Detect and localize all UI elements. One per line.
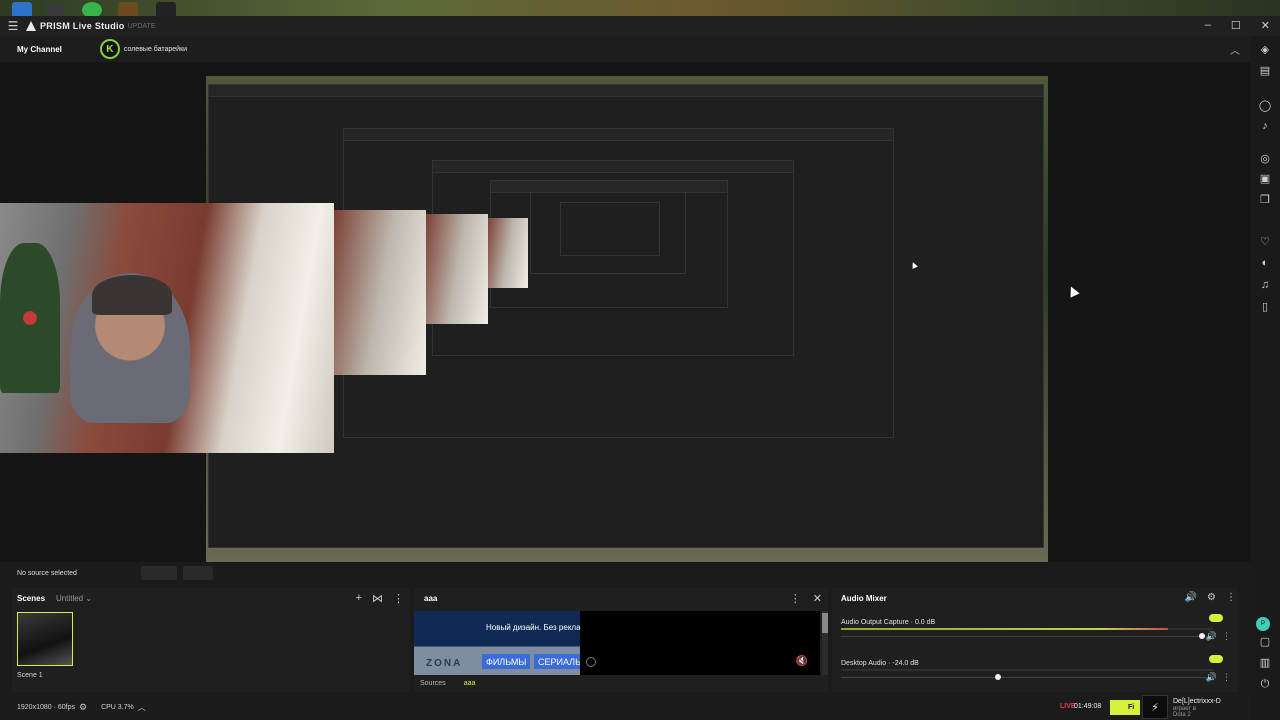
scene-label[interactable]: Scene 1 xyxy=(17,672,43,679)
bell-icon[interactable]: ♪ xyxy=(1258,120,1272,132)
selection-bar: No source selected xyxy=(0,562,1250,584)
no-source-label: No source selected xyxy=(17,569,77,577)
copy-icon[interactable]: ❐ xyxy=(1258,194,1272,206)
volume-slider[interactable] xyxy=(841,674,1207,680)
mouse-cursor xyxy=(1066,284,1080,298)
channel-name[interactable]: солевые батарейки xyxy=(124,46,187,53)
audio-mixer-title: Audio Mixer xyxy=(841,594,887,603)
preview-canvas[interactable] xyxy=(0,62,1250,562)
record-icon[interactable]: ▣ xyxy=(1258,173,1272,185)
chat-bubble-icon[interactable]: ▢ xyxy=(1258,636,1272,648)
banner-promo-text: Новый дизайн. Без реклам xyxy=(486,623,587,632)
filters-button[interactable] xyxy=(182,566,213,580)
scene-thumbnail[interactable] xyxy=(17,612,73,666)
chevron-up-icon[interactable]: ︿ xyxy=(1230,42,1240,57)
scenes-title: Scenes xyxy=(17,594,46,603)
more-icon[interactable]: ⋮ xyxy=(1226,592,1236,603)
channel-title[interactable]: My Channel xyxy=(17,45,62,54)
minimize-icon[interactable]: – xyxy=(1205,19,1211,32)
finish-broadcast-button[interactable]: Fi xyxy=(1110,700,1140,715)
maximize-icon[interactable]: ☐ xyxy=(1231,19,1241,32)
speaker-icon[interactable]: 🔊 xyxy=(1206,631,1217,642)
status-bar: 1920x1080 · 60fps ⚙ CPU 3.7% ︿ LIVE 01:4… xyxy=(0,694,1250,720)
loading-icon xyxy=(586,657,596,667)
camera-icon[interactable]: ◎ xyxy=(1258,153,1272,165)
prism-logo-icon xyxy=(26,21,36,31)
track-toggle[interactable] xyxy=(1209,655,1223,663)
resolution-label: 1920x1080 · 60fps xyxy=(17,703,75,711)
speaker-icon[interactable]: 🔊 xyxy=(1206,672,1217,683)
more-icon[interactable]: ⋮ xyxy=(1222,672,1231,683)
scene-collection-select[interactable]: Untitled ⌄ xyxy=(56,594,92,603)
add-scene-icon[interactable]: + xyxy=(356,592,362,605)
nested-window-6 xyxy=(560,202,660,256)
more-icon[interactable]: ⋮ xyxy=(1222,631,1231,642)
banner-films-button[interactable]: ФИЛЬМЫ xyxy=(482,654,531,669)
webcam-echo-1 xyxy=(334,210,426,375)
transition-icon[interactable]: ⋈ xyxy=(372,592,383,605)
zona-logo: ZONA xyxy=(426,658,463,669)
channel-avatar[interactable]: K xyxy=(99,39,120,59)
trash-icon[interactable]: ▯ xyxy=(1258,301,1272,313)
meter-level xyxy=(841,628,1169,630)
game-username: De[L]ectrixxx-D xyxy=(1173,698,1221,705)
cpu-label: CPU 3.7% xyxy=(101,703,134,711)
close-icon[interactable]: ✕ xyxy=(813,592,822,605)
game-status: играет в Dota 2 xyxy=(1173,706,1196,718)
title-bar: ☰ PRISM Live Studio UPDATE – ☐ ✕ xyxy=(0,16,1280,36)
grid-icon[interactable]: ▥ xyxy=(1258,657,1272,669)
app-title: PRISM Live Studio xyxy=(40,21,125,31)
power-icon[interactable]: ⏻ xyxy=(1258,678,1272,690)
sticker-icon[interactable]: ◐ xyxy=(1258,257,1272,269)
gear-icon[interactable]: ⚙ xyxy=(79,702,87,713)
volume-slider-knob[interactable] xyxy=(995,674,1002,680)
sources-dock-title: aaa xyxy=(424,594,438,603)
volume-slider[interactable] xyxy=(841,633,1207,639)
close-icon[interactable]: ✕ xyxy=(1261,19,1270,32)
properties-button[interactable] xyxy=(140,566,177,580)
tab-sources[interactable]: Sources xyxy=(420,680,446,687)
more-icon[interactable]: ⋮ xyxy=(790,592,801,605)
music-icon[interactable]: ♫ xyxy=(1258,279,1272,291)
prism-badge-icon[interactable]: P xyxy=(1256,617,1270,631)
live-timer: 01:49:08 xyxy=(1074,703,1102,710)
track-name: Audio Output Capture · 0.0 dB xyxy=(841,619,936,626)
speaker-icon[interactable]: 🔊 xyxy=(1185,592,1197,603)
audio-track: Audio Output Capture · 0.0 dB 🔊 ⋮ xyxy=(841,614,1231,641)
hamburger-menu-icon[interactable]: ☰ xyxy=(0,19,26,33)
audio-mixer-dock: Audio Mixer 🔊 ⚙ ⋮ Audio Output Capture ·… xyxy=(832,588,1238,692)
webcam-source[interactable] xyxy=(0,203,334,453)
track-toggle[interactable] xyxy=(1209,614,1223,622)
channel-bar: My Channel K солевые батарейки ︿ xyxy=(0,36,1250,62)
sources-scrollbar[interactable] xyxy=(822,611,828,675)
scenes-dock: Scenes Untitled ⌄ + ⋈ ⋮ Scene 1 xyxy=(12,588,410,692)
comment-icon[interactable]: ◯ xyxy=(1258,100,1272,112)
prism-chat-icon[interactable]: ◈ xyxy=(1258,44,1272,56)
audio-track: Desktop Audio · -24.0 dB 🔊 ⋮ xyxy=(841,655,1231,682)
webcam-echo-2 xyxy=(426,214,488,324)
browser-source-preview[interactable]: Новый дизайн. Без реклам ZONA ФИЛЬМЫ СЕР… xyxy=(414,611,588,675)
more-icon[interactable]: ⋮ xyxy=(393,592,404,605)
volume-slider-knob[interactable] xyxy=(1198,633,1205,639)
volume-meter xyxy=(841,628,1213,630)
video-source-preview[interactable]: 🔇 xyxy=(580,611,820,675)
gear-icon[interactable]: ⚙ xyxy=(1207,592,1216,603)
update-label[interactable]: UPDATE xyxy=(128,23,156,30)
layout-icon[interactable]: ▤ xyxy=(1258,65,1272,77)
heart-icon[interactable]: ♡ xyxy=(1258,236,1272,248)
lightning-icon: ⚡ xyxy=(1142,695,1168,719)
track-name: Desktop Audio · -24.0 dB xyxy=(841,660,919,667)
sources-dock: aaa ⋮ ✕ Новый дизайн. Без реклам ZONA ФИ… xyxy=(414,588,828,692)
webcam-echo-3 xyxy=(488,218,528,288)
volume-meter xyxy=(841,669,1213,671)
chevron-up-icon[interactable]: ︿ xyxy=(138,702,146,713)
right-sidebar: ◈ ▤ ◯ ♪ ◎ ▣ ❐ ♡ ◐ ♫ ▯ P ▢ ▥ ⏻ xyxy=(1250,36,1280,720)
tab-aaa[interactable]: aaa xyxy=(464,680,476,687)
mute-icon[interactable]: 🔇 xyxy=(796,656,808,667)
